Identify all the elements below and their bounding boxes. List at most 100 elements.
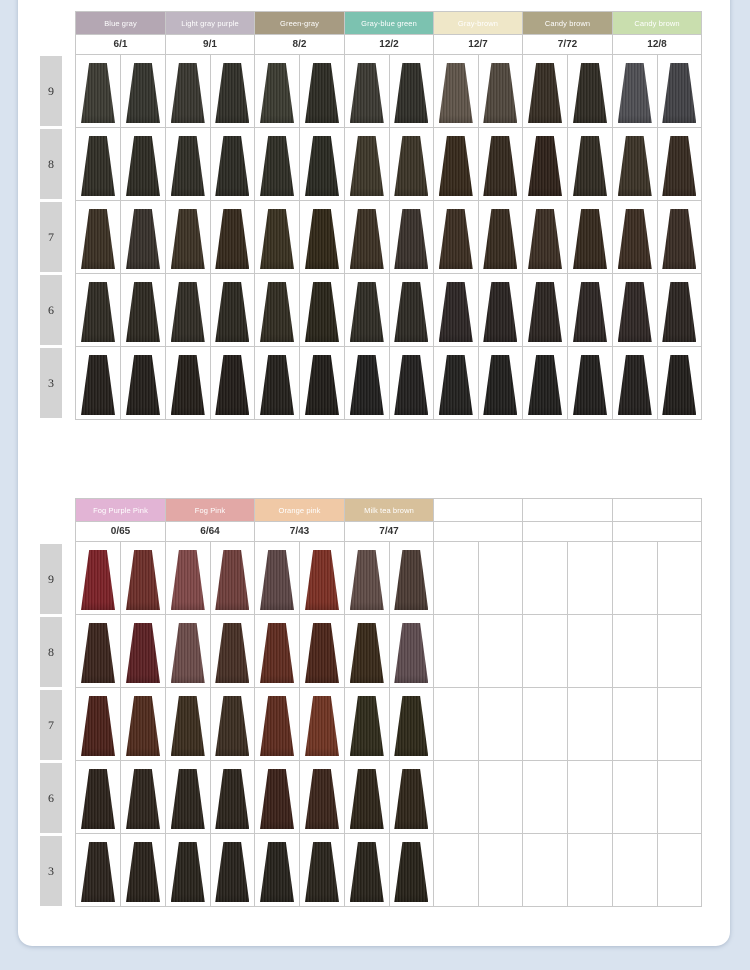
- hair-swatch: [170, 769, 205, 829]
- swatch-row: [76, 201, 702, 274]
- hair-swatch: [305, 355, 339, 415]
- swatch-cell: [255, 201, 300, 274]
- swatch-cell: [210, 274, 255, 347]
- hair-swatch: [528, 355, 562, 415]
- shade-code: [434, 522, 523, 542]
- swatch-cell: [255, 55, 300, 128]
- swatch-cell: [255, 274, 300, 347]
- level-label: 7: [40, 690, 62, 760]
- series-header: Green-gray: [255, 12, 345, 35]
- hair-swatch: [438, 355, 473, 415]
- shade-code: [523, 522, 613, 542]
- swatch-cell: [121, 834, 166, 907]
- swatch-cell: [568, 55, 613, 128]
- hair-swatch: [394, 696, 429, 756]
- hair-swatch: [573, 136, 607, 196]
- swatch-cell: [76, 761, 121, 834]
- level-label: 7: [40, 202, 62, 272]
- series-header: Gray-blue green: [345, 12, 434, 35]
- hair-swatch: [170, 550, 205, 610]
- swatch-cell: [434, 347, 479, 420]
- swatch-cell: [76, 542, 121, 615]
- hair-swatch: [438, 282, 473, 342]
- swatch-cell: [300, 128, 345, 201]
- level-label: 9: [40, 544, 62, 614]
- swatch-cell: [434, 201, 479, 274]
- hair-swatch: [349, 63, 384, 123]
- swatch-cell: [523, 615, 568, 688]
- swatch-cell: [657, 274, 702, 347]
- swatch-cell: [523, 55, 568, 128]
- swatch-cell: [568, 761, 613, 834]
- hair-swatch: [215, 696, 250, 756]
- hair-swatch: [260, 355, 294, 415]
- swatch-cell: [523, 542, 568, 615]
- hair-swatch: [260, 550, 294, 610]
- swatch-cell: [76, 128, 121, 201]
- swatch-cell: [478, 55, 523, 128]
- swatch-cell: [478, 688, 523, 761]
- hair-swatch: [305, 623, 339, 683]
- hair-swatch: [260, 63, 294, 123]
- swatch-cell: [255, 128, 300, 201]
- swatch-cell: [76, 274, 121, 347]
- swatch-cell: [613, 201, 658, 274]
- swatch-cell: [255, 688, 300, 761]
- hair-swatch: [528, 209, 562, 269]
- hair-swatch: [260, 623, 294, 683]
- hair-swatch: [260, 842, 294, 902]
- swatch-row: [76, 347, 702, 420]
- swatch-cell: [300, 615, 345, 688]
- shade-code: 0/65: [76, 522, 166, 542]
- swatch-cell: [166, 274, 211, 347]
- hair-swatch: [81, 550, 115, 610]
- swatch-cell: [166, 761, 211, 834]
- swatch-cell: [76, 347, 121, 420]
- hair-swatch: [617, 63, 652, 123]
- hair-swatch: [394, 136, 429, 196]
- swatch-cell: [345, 274, 390, 347]
- hair-swatch: [528, 136, 562, 196]
- swatch-cell: [434, 55, 479, 128]
- swatch-cell: [478, 834, 523, 907]
- swatch-cell: [613, 688, 658, 761]
- hair-swatch: [305, 136, 339, 196]
- swatch-cell: [121, 761, 166, 834]
- series-header: Blue gray: [76, 12, 166, 35]
- swatch-cell: [389, 834, 434, 907]
- hair-swatch: [81, 842, 115, 902]
- swatch-cell: [210, 128, 255, 201]
- hair-swatch: [483, 136, 518, 196]
- hair-swatch: [528, 282, 562, 342]
- swatch-cell: [523, 128, 568, 201]
- hair-swatch: [170, 63, 205, 123]
- swatch-cell: [389, 347, 434, 420]
- swatch-cell: [568, 128, 613, 201]
- swatch-cell: [121, 615, 166, 688]
- swatch-cell: [255, 542, 300, 615]
- shade-code: 7/43: [255, 522, 345, 542]
- series-header: [434, 499, 523, 522]
- swatch-cell: [121, 347, 166, 420]
- hair-swatch: [126, 696, 160, 756]
- swatch-cell: [657, 761, 702, 834]
- swatch-cell: [166, 615, 211, 688]
- hair-swatch: [349, 623, 384, 683]
- series-header: Fog Pink: [166, 499, 255, 522]
- hair-swatch: [617, 136, 652, 196]
- series-header: [523, 499, 613, 522]
- hair-swatch: [81, 696, 115, 756]
- level-column-2: 98763: [40, 544, 62, 909]
- swatch-cell: [657, 834, 702, 907]
- swatch-cell: [657, 55, 702, 128]
- hair-swatch: [573, 282, 607, 342]
- shade-code: 6/1: [76, 35, 166, 55]
- hair-swatch: [215, 282, 250, 342]
- swatch-cell: [613, 55, 658, 128]
- swatch-cell: [121, 55, 166, 128]
- shade-code: 12/7: [434, 35, 523, 55]
- swatch-cell: [434, 688, 479, 761]
- swatch-cell: [568, 688, 613, 761]
- swatch-cell: [523, 761, 568, 834]
- hair-swatch: [349, 842, 384, 902]
